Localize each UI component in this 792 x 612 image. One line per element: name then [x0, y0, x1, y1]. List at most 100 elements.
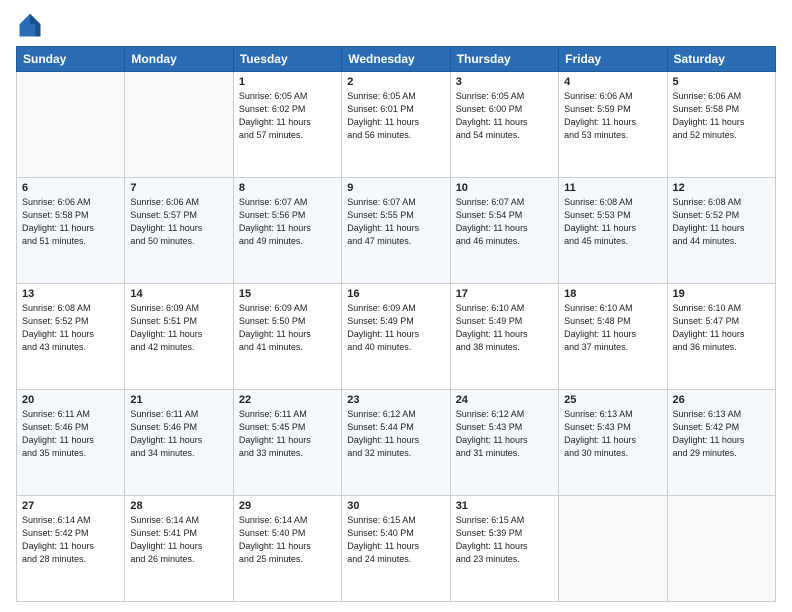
day-number: 25 — [564, 394, 661, 406]
calendar-cell: 30 Sunrise: 6:15 AM Sunset: 5:40 PM Dayli… — [342, 496, 450, 602]
day-number: 31 — [456, 500, 553, 512]
day-info: Sunrise: 6:07 AM Sunset: 5:55 PM Dayligh… — [347, 196, 444, 248]
logo — [16, 12, 48, 40]
day-number: 30 — [347, 500, 444, 512]
day-number: 17 — [456, 288, 553, 300]
day-number: 29 — [239, 500, 336, 512]
day-number: 8 — [239, 182, 336, 194]
calendar-cell: 23Sunrise: 6:12 AM Sunset: 5:44 PM Dayli… — [342, 390, 450, 496]
calendar-cell — [17, 72, 125, 178]
day-number: 22 — [239, 394, 336, 406]
calendar-cell: 12 Sunrise: 6:08 AM Sunset: 5:52 PM Dayli… — [667, 178, 775, 284]
day-info: Sunrise: 6:08 AM Sunset: 5:53 PM Dayligh… — [564, 196, 661, 248]
calendar-cell: 9 Sunrise: 6:07 AM Sunset: 5:55 PM Daylig… — [342, 178, 450, 284]
calendar-cell: 20 Sunrise: 6:11 AM Sunset: 5:46 PM Dayli… — [17, 390, 125, 496]
calendar-cell: 16Sunrise: 6:09 AM Sunset: 5:49 PM Dayli… — [342, 284, 450, 390]
day-number: 19 — [673, 288, 770, 300]
calendar-week-row: 27Sunrise: 6:14 AM Sunset: 5:42 PM Dayli… — [17, 496, 776, 602]
day-number: 5 — [673, 76, 770, 88]
day-number: 10 — [456, 182, 553, 194]
day-number: 6 — [22, 182, 119, 194]
calendar-cell: 19 Sunrise: 6:10 AM Sunset: 5:47 PM Dayli… — [667, 284, 775, 390]
calendar-cell: 25 Sunrise: 6:13 AM Sunset: 5:43 PM Dayli… — [559, 390, 667, 496]
day-number: 12 — [673, 182, 770, 194]
day-info: Sunrise: 6:06 AM Sunset: 5:59 PM Dayligh… — [564, 90, 661, 142]
calendar-cell: 27Sunrise: 6:14 AM Sunset: 5:42 PM Dayli… — [17, 496, 125, 602]
calendar-cell: 1 Sunrise: 6:05 AM Sunset: 6:02 PM Daylig… — [233, 72, 341, 178]
calendar-cell — [667, 496, 775, 602]
logo-icon — [16, 12, 44, 40]
calendar-week-row: 6 Sunrise: 6:06 AM Sunset: 5:58 PM Daylig… — [17, 178, 776, 284]
calendar-cell: 14Sunrise: 6:09 AM Sunset: 5:51 PM Dayli… — [125, 284, 233, 390]
day-number: 2 — [347, 76, 444, 88]
calendar-day-header: Wednesday — [342, 47, 450, 72]
calendar-table: SundayMondayTuesdayWednesdayThursdayFrid… — [16, 46, 776, 602]
calendar-cell: 28 Sunrise: 6:14 AM Sunset: 5:41 PM Dayli… — [125, 496, 233, 602]
day-info: Sunrise: 6:14 AM Sunset: 5:42 PM Dayligh… — [22, 514, 119, 566]
day-info: Sunrise: 6:14 AM Sunset: 5:40 PM Dayligh… — [239, 514, 336, 566]
day-info: Sunrise: 6:11 AM Sunset: 5:45 PM Dayligh… — [239, 408, 336, 460]
calendar-day-header: Sunday — [17, 47, 125, 72]
calendar-header-row: SundayMondayTuesdayWednesdayThursdayFrid… — [17, 47, 776, 72]
calendar-day-header: Thursday — [450, 47, 558, 72]
calendar-week-row: 20 Sunrise: 6:11 AM Sunset: 5:46 PM Dayli… — [17, 390, 776, 496]
day-info: Sunrise: 6:06 AM Sunset: 5:58 PM Dayligh… — [22, 196, 119, 248]
calendar-cell: 5Sunrise: 6:06 AM Sunset: 5:58 PM Daylig… — [667, 72, 775, 178]
calendar-cell: 31 Sunrise: 6:15 AM Sunset: 5:39 PM Dayli… — [450, 496, 558, 602]
day-number: 9 — [347, 182, 444, 194]
day-number: 24 — [456, 394, 553, 406]
day-info: Sunrise: 6:05 AM Sunset: 6:01 PM Dayligh… — [347, 90, 444, 142]
day-info: Sunrise: 6:10 AM Sunset: 5:47 PM Dayligh… — [673, 302, 770, 354]
calendar-cell: 13 Sunrise: 6:08 AM Sunset: 5:52 PM Dayli… — [17, 284, 125, 390]
calendar-cell: 29 Sunrise: 6:14 AM Sunset: 5:40 PM Dayli… — [233, 496, 341, 602]
day-info: Sunrise: 6:15 AM Sunset: 5:40 PM Dayligh… — [347, 514, 444, 566]
calendar-cell: 26Sunrise: 6:13 AM Sunset: 5:42 PM Dayli… — [667, 390, 775, 496]
day-number: 20 — [22, 394, 119, 406]
day-number: 28 — [130, 500, 227, 512]
calendar-week-row: 1 Sunrise: 6:05 AM Sunset: 6:02 PM Daylig… — [17, 72, 776, 178]
calendar-cell: 15 Sunrise: 6:09 AM Sunset: 5:50 PM Dayli… — [233, 284, 341, 390]
day-info: Sunrise: 6:09 AM Sunset: 5:51 PM Dayligh… — [130, 302, 227, 354]
day-info: Sunrise: 6:05 AM Sunset: 6:00 PM Dayligh… — [456, 90, 553, 142]
day-number: 4 — [564, 76, 661, 88]
day-info: Sunrise: 6:05 AM Sunset: 6:02 PM Dayligh… — [239, 90, 336, 142]
day-info: Sunrise: 6:07 AM Sunset: 5:56 PM Dayligh… — [239, 196, 336, 248]
day-info: Sunrise: 6:15 AM Sunset: 5:39 PM Dayligh… — [456, 514, 553, 566]
day-info: Sunrise: 6:14 AM Sunset: 5:41 PM Dayligh… — [130, 514, 227, 566]
day-number: 15 — [239, 288, 336, 300]
calendar-cell: 7 Sunrise: 6:06 AM Sunset: 5:57 PM Daylig… — [125, 178, 233, 284]
header — [16, 12, 776, 40]
calendar-cell: 8 Sunrise: 6:07 AM Sunset: 5:56 PM Daylig… — [233, 178, 341, 284]
calendar-cell: 10 Sunrise: 6:07 AM Sunset: 5:54 PM Dayli… — [450, 178, 558, 284]
day-number: 26 — [673, 394, 770, 406]
calendar-cell: 17 Sunrise: 6:10 AM Sunset: 5:49 PM Dayli… — [450, 284, 558, 390]
day-info: Sunrise: 6:13 AM Sunset: 5:43 PM Dayligh… — [564, 408, 661, 460]
calendar-cell: 11Sunrise: 6:08 AM Sunset: 5:53 PM Dayli… — [559, 178, 667, 284]
day-number: 7 — [130, 182, 227, 194]
day-info: Sunrise: 6:10 AM Sunset: 5:49 PM Dayligh… — [456, 302, 553, 354]
day-info: Sunrise: 6:09 AM Sunset: 5:50 PM Dayligh… — [239, 302, 336, 354]
day-number: 13 — [22, 288, 119, 300]
calendar-cell: 18 Sunrise: 6:10 AM Sunset: 5:48 PM Dayli… — [559, 284, 667, 390]
calendar-cell: 3 Sunrise: 6:05 AM Sunset: 6:00 PM Daylig… — [450, 72, 558, 178]
calendar-cell: 2 Sunrise: 6:05 AM Sunset: 6:01 PM Daylig… — [342, 72, 450, 178]
day-info: Sunrise: 6:06 AM Sunset: 5:57 PM Dayligh… — [130, 196, 227, 248]
day-info: Sunrise: 6:08 AM Sunset: 5:52 PM Dayligh… — [673, 196, 770, 248]
calendar-week-row: 13 Sunrise: 6:08 AM Sunset: 5:52 PM Dayli… — [17, 284, 776, 390]
page: SundayMondayTuesdayWednesdayThursdayFrid… — [0, 0, 792, 612]
day-info: Sunrise: 6:11 AM Sunset: 5:46 PM Dayligh… — [22, 408, 119, 460]
calendar-cell: 6 Sunrise: 6:06 AM Sunset: 5:58 PM Daylig… — [17, 178, 125, 284]
calendar-day-header: Friday — [559, 47, 667, 72]
day-info: Sunrise: 6:08 AM Sunset: 5:52 PM Dayligh… — [22, 302, 119, 354]
day-info: Sunrise: 6:09 AM Sunset: 5:49 PM Dayligh… — [347, 302, 444, 354]
calendar-cell: 22 Sunrise: 6:11 AM Sunset: 5:45 PM Dayli… — [233, 390, 341, 496]
day-number: 1 — [239, 76, 336, 88]
calendar-day-header: Monday — [125, 47, 233, 72]
day-number: 3 — [456, 76, 553, 88]
day-info: Sunrise: 6:10 AM Sunset: 5:48 PM Dayligh… — [564, 302, 661, 354]
day-number: 18 — [564, 288, 661, 300]
calendar-cell — [125, 72, 233, 178]
day-info: Sunrise: 6:07 AM Sunset: 5:54 PM Dayligh… — [456, 196, 553, 248]
calendar-cell: 21Sunrise: 6:11 AM Sunset: 5:46 PM Dayli… — [125, 390, 233, 496]
day-info: Sunrise: 6:11 AM Sunset: 5:46 PM Dayligh… — [130, 408, 227, 460]
